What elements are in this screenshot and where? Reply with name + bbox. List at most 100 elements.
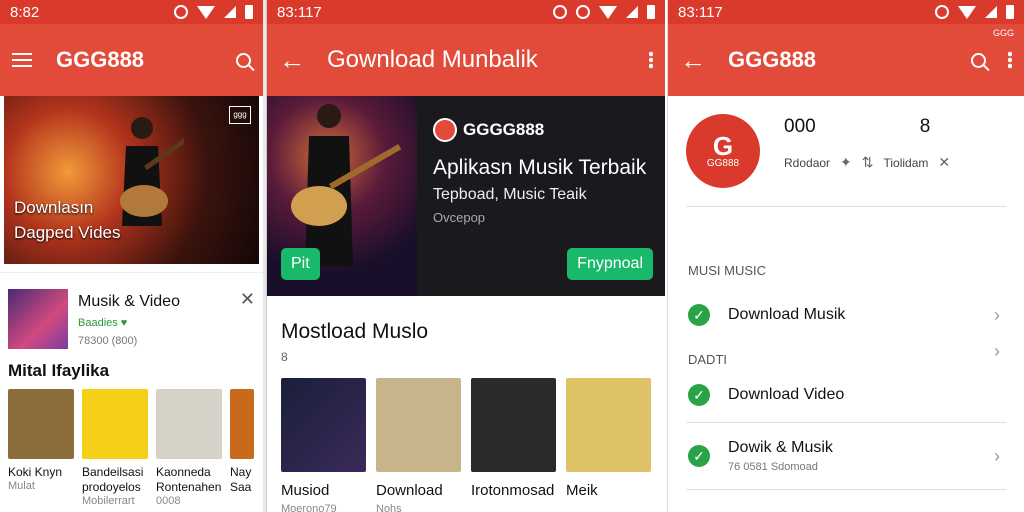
check-icon: ✓ xyxy=(688,384,710,406)
album-title: Meik xyxy=(566,482,598,499)
promo-image: Pit xyxy=(267,96,417,296)
hero-line2: Dagped Vides xyxy=(14,223,121,242)
hero-logo: ggg xyxy=(229,106,251,124)
song-thumbnail xyxy=(8,289,68,349)
stat-value-1: 000 xyxy=(784,116,816,137)
hero-banner[interactable]: ggg Downlasın Dagped Vides xyxy=(4,96,259,264)
album-title: Download xyxy=(376,482,443,499)
album-cover xyxy=(82,389,148,459)
album-title: Irotonmosad xyxy=(471,482,555,499)
stat-label-2: Tiolidam xyxy=(883,155,929,170)
album-card[interactable]: Meik xyxy=(566,378,651,512)
album-title: Koki Knyn xyxy=(8,465,63,479)
section-label: DADTI xyxy=(688,352,727,367)
chevron-right-icon: › xyxy=(994,446,1000,466)
menu-icon[interactable] xyxy=(12,53,32,67)
more-options-icon[interactable] xyxy=(1008,51,1012,69)
song-stats: 78300 (800) xyxy=(78,335,138,347)
stat-label-1: Rdodaor xyxy=(784,155,831,170)
app-bar: GGG888 xyxy=(0,24,263,96)
album-cover xyxy=(8,389,74,459)
hero-line1: Downlasın xyxy=(14,198,94,217)
play-button[interactable]: Pit xyxy=(281,248,320,280)
brand-logo-icon xyxy=(433,118,457,142)
promo-meta: Ovcepop xyxy=(433,210,486,225)
app-bar: ← GGG888 xyxy=(668,24,1024,96)
album-card[interactable]: Download Nohs xyxy=(376,378,461,512)
featured-song[interactable]: Musik & Video Baadies ♥ 78300 (800) ✕ xyxy=(0,272,263,357)
section-dadti: DADTI › xyxy=(668,341,1024,368)
album-card[interactable]: Kaonneda Rontenahen 0008 xyxy=(156,389,222,507)
download-video-item[interactable]: ✓ Download Video xyxy=(668,368,1024,422)
album-card[interactable]: Koki Knyn Mulat xyxy=(8,389,74,507)
app-title: GGG888 xyxy=(728,47,817,72)
album-card[interactable]: Irotonmosad xyxy=(471,378,556,512)
item-label: Download Video xyxy=(728,386,845,403)
section-subtitle: 8 xyxy=(281,350,288,364)
wifi-icon xyxy=(599,5,617,19)
more-options-icon[interactable] xyxy=(649,51,653,69)
screen: 8:82 GGG888 ggg Downlasın Dagped Vides M… xyxy=(0,0,1024,512)
search-icon[interactable] xyxy=(971,52,986,68)
battery-icon xyxy=(647,5,655,19)
section-title: Mostload Muslo xyxy=(281,320,429,343)
stat-value-2: 8 xyxy=(919,116,931,137)
album-cover xyxy=(281,378,366,472)
card-row: Musiod Moerono79 Download Nohs Irotonmosad… xyxy=(267,370,665,512)
item-label: Download Musik xyxy=(728,306,846,323)
search-icon[interactable] xyxy=(236,52,251,68)
album-card[interactable]: Nay Saa xyxy=(230,389,254,507)
sync-icon xyxy=(935,5,949,19)
promo-headline: Aplikasn Musik Terbaik xyxy=(433,156,647,179)
battery-icon xyxy=(245,5,253,19)
signal-icon xyxy=(985,6,997,18)
album-sub: Nohs xyxy=(376,503,402,512)
section-music: MUSI MUSIC xyxy=(688,263,766,278)
status-bar: 83:117 xyxy=(267,0,665,24)
album-sub: 0008 xyxy=(156,495,181,507)
star-icon: ✦ xyxy=(840,154,852,170)
check-icon: ✓ xyxy=(688,445,710,467)
signal-icon xyxy=(626,6,638,18)
corner-badge: GGG xyxy=(992,28,1014,38)
music-item[interactable]: ✓ Dowik & Musik 76 0581 Sdomoad › xyxy=(668,423,1024,489)
promo-banner: Pit GGGG888 Aplikasn Musik Terbaik Tepbo… xyxy=(267,96,665,296)
check-icon: ✓ xyxy=(688,304,710,326)
profile-screen: 83:117 GGG ← GGG888 G GG888 000 8 Rdodao… xyxy=(667,0,1024,512)
album-title: Kaonneda Rontenahen xyxy=(156,465,222,494)
profile-header: G GG888 000 8 Rdodaor ✦ ⇅ Tiolidam ✕ xyxy=(668,96,1024,206)
shuffle-icon[interactable]: ✕ xyxy=(240,289,255,349)
status-time: 83:117 xyxy=(678,3,723,21)
avatar-name: GG888 xyxy=(706,157,740,169)
app-title: Gownload Munbalik xyxy=(327,46,538,73)
download-button[interactable]: Fnypnoal xyxy=(567,248,653,280)
album-cover xyxy=(471,378,556,472)
sort-icon: ⇅ xyxy=(861,154,874,170)
album-title: Nay Saa xyxy=(230,465,252,494)
album-title: Musiod xyxy=(281,482,330,499)
album-sub: Moerono79 xyxy=(281,503,337,512)
album-card[interactable]: Musiod Moerono79 xyxy=(281,378,366,512)
avatar[interactable]: G GG888 xyxy=(686,114,760,188)
album-cover xyxy=(156,389,222,459)
home-screen: 8:82 GGG888 ggg Downlasın Dagped Vides M… xyxy=(0,0,263,512)
album-cover xyxy=(230,389,254,459)
status-bar: 8:82 xyxy=(0,0,263,24)
song-title: Musik & Video xyxy=(78,293,180,310)
back-arrow-icon[interactable]: ← xyxy=(680,47,706,73)
album-cover xyxy=(566,378,651,472)
item-label: Dowik & Musik xyxy=(728,439,833,456)
card-row: Koki Knyn Mulat Bandeilsasi prodoyelos Mob… xyxy=(0,389,263,507)
share-icon[interactable]: ✕ xyxy=(938,154,950,171)
back-arrow-icon[interactable]: ← xyxy=(279,47,305,73)
status-bar: 83:117 xyxy=(668,0,1024,24)
song-genre: Baadies ♥ xyxy=(78,317,128,329)
album-title: Bandeilsasi prodoyelos xyxy=(82,465,144,494)
sync-icon xyxy=(174,5,188,19)
download-music-item[interactable]: ✓ Download Musik › xyxy=(668,288,1024,342)
album-card[interactable]: Bandeilsasi prodoyelos Mobilerrart xyxy=(82,389,148,507)
section-title: Mital Ifaylika xyxy=(8,361,110,380)
divider xyxy=(686,489,1006,490)
promo-subtitle: Tepboad, Music Teaik xyxy=(433,186,587,203)
sync-icon xyxy=(553,5,567,19)
